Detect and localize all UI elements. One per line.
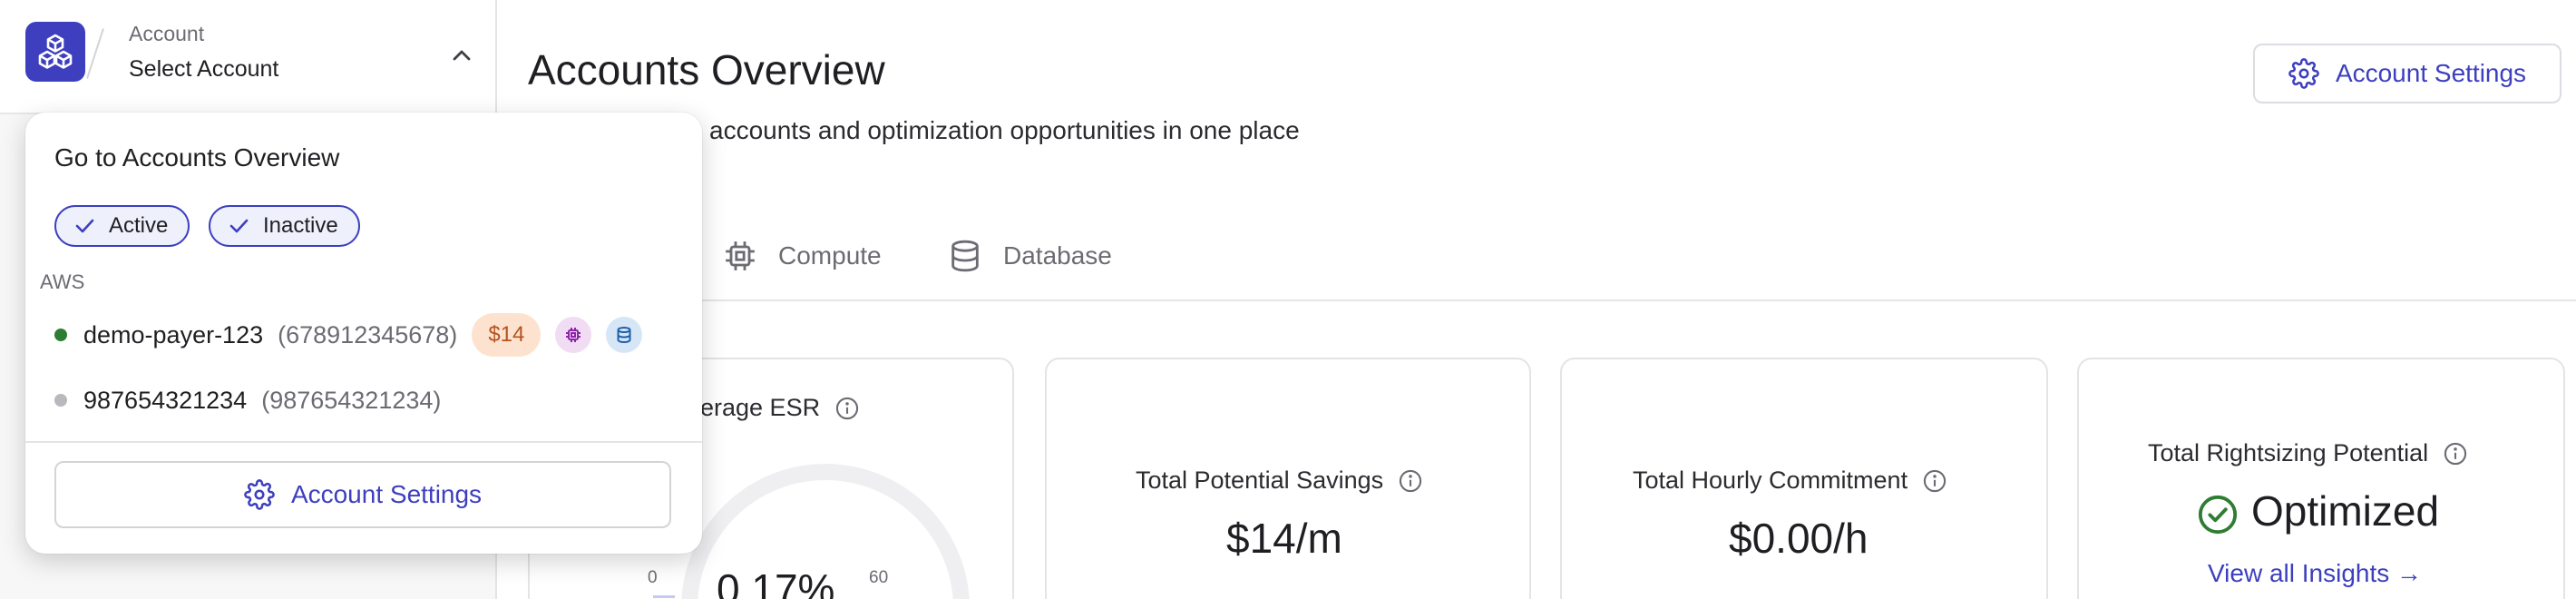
tab-compute[interactable]: Compute bbox=[722, 238, 882, 274]
cubes-icon bbox=[38, 34, 73, 69]
tab-label: Database bbox=[1003, 241, 1112, 270]
gear-icon bbox=[244, 479, 275, 510]
section-label-aws: AWS bbox=[40, 270, 85, 293]
filter-chip-label: Inactive bbox=[263, 213, 338, 238]
app-logo[interactable] bbox=[25, 22, 85, 82]
account-settings-label: Account Settings bbox=[2335, 59, 2527, 87]
filter-chip-inactive[interactable]: Inactive bbox=[209, 205, 360, 247]
commitment-label: Total Hourly Commitment bbox=[1633, 466, 1947, 495]
info-icon[interactable] bbox=[834, 396, 860, 421]
hourly-commitment-card: Total Hourly Commitment $0.00/h bbox=[1560, 358, 2048, 599]
gear-icon bbox=[2288, 58, 2319, 89]
dropdown-divider bbox=[25, 441, 702, 443]
view-all-insights-link[interactable]: View all Insights → bbox=[2208, 559, 2422, 588]
rightsizing-label: Total Rightsizing Potential bbox=[2148, 439, 2468, 467]
potential-savings-card: Total Potential Savings $14/m bbox=[1045, 358, 1531, 599]
account-id: (678912345678) bbox=[278, 320, 458, 349]
account-id: (987654321234) bbox=[261, 386, 442, 414]
check-icon bbox=[229, 219, 249, 233]
commitment-value: $0.00/h bbox=[1729, 515, 1869, 562]
account-option[interactable]: 987654321234 (987654321234) bbox=[54, 378, 441, 423]
page-title: Accounts Overview bbox=[528, 46, 885, 93]
info-icon[interactable] bbox=[1398, 468, 1423, 494]
commitment-label-text: Total Hourly Commitment bbox=[1633, 466, 1908, 494]
gauge-min-label: 0 bbox=[648, 568, 658, 587]
cost-badge: $14 bbox=[472, 313, 542, 357]
database-icon bbox=[606, 317, 643, 353]
info-icon[interactable] bbox=[1922, 468, 1947, 494]
savings-label: Total Potential Savings bbox=[1136, 466, 1423, 495]
chevron-up-icon[interactable] bbox=[448, 42, 475, 69]
esr-value: 0.17% bbox=[717, 565, 835, 599]
status-dot-active bbox=[54, 329, 67, 341]
breadcrumb-separator bbox=[86, 28, 104, 79]
dropdown-account-settings-button[interactable]: Account Settings bbox=[54, 461, 671, 528]
account-name: 987654321234 bbox=[83, 386, 248, 414]
compute-icon bbox=[555, 317, 592, 353]
account-value: Select Account bbox=[129, 56, 279, 82]
tab-bar: Compute Database bbox=[497, 229, 2576, 301]
account-selector[interactable]: Account Select Account bbox=[0, 0, 495, 114]
tab-label: Compute bbox=[778, 241, 882, 270]
rightsizing-card: Total Rightsizing Potential Optimized Vi… bbox=[2077, 358, 2565, 599]
chip-icon bbox=[726, 241, 755, 270]
account-label: Account bbox=[129, 22, 205, 45]
gauge-min-marker bbox=[653, 595, 675, 598]
filter-chip-label: Active bbox=[109, 213, 169, 238]
check-circle-icon bbox=[2198, 495, 2238, 535]
info-icon[interactable] bbox=[2443, 441, 2468, 466]
rightsizing-value: Optimized bbox=[2251, 487, 2440, 535]
esr-label-text: erage ESR bbox=[700, 394, 821, 421]
dropdown-settings-label: Account Settings bbox=[290, 480, 483, 508]
page-subtitle: accounts and optimization opportunities … bbox=[709, 116, 1300, 144]
account-name: demo-payer-123 bbox=[83, 320, 264, 349]
esr-label: erage ESR bbox=[700, 394, 860, 422]
account-option[interactable]: demo-payer-123 (678912345678) $14 bbox=[54, 312, 643, 358]
check-icon bbox=[75, 219, 94, 233]
account-settings-button[interactable]: Account Settings bbox=[2253, 44, 2561, 103]
savings-value: $14/m bbox=[1226, 515, 1342, 562]
tab-database[interactable]: Database bbox=[947, 238, 1112, 274]
rightsizing-label-text: Total Rightsizing Potential bbox=[2148, 439, 2429, 466]
savings-label-text: Total Potential Savings bbox=[1136, 466, 1384, 494]
filter-chip-active[interactable]: Active bbox=[54, 205, 190, 247]
status-dot-inactive bbox=[54, 394, 67, 407]
go-to-accounts-overview-link[interactable]: Go to Accounts Overview bbox=[54, 143, 339, 172]
account-dropdown: Go to Accounts Overview Active Inactive … bbox=[25, 113, 702, 554]
gauge-max-label: 60 bbox=[869, 568, 889, 587]
database-icon bbox=[951, 240, 979, 272]
